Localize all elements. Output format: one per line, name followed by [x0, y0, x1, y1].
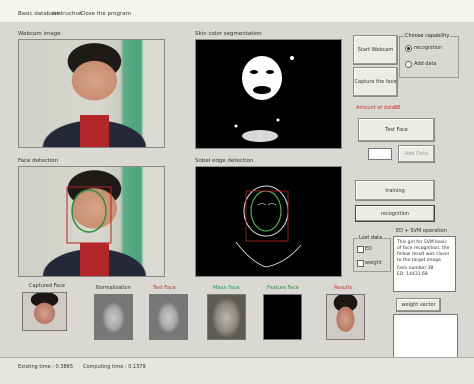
weight-checkbox-label: weight [365, 260, 382, 266]
recognition-radio-label: recognition [414, 45, 443, 51]
add-data-button[interactable]: Add Data [398, 145, 435, 163]
webcam-image-label: Webcam image [18, 31, 61, 37]
computing-time-status: Computing time : 0.1379 [83, 364, 146, 370]
test-face-button[interactable]: Test Face [358, 118, 435, 142]
weight-checkbox[interactable] [357, 260, 364, 267]
menu-item-instruction[interactable]: Instruction [53, 11, 82, 17]
normalization-label: Normalization [96, 285, 131, 291]
webcam-image [18, 39, 165, 148]
existing-time-status: Existing time : 0.3865 [18, 364, 74, 370]
weight-vector-box [393, 314, 458, 358]
recognition-radio[interactable] [405, 45, 412, 52]
amount-of-data-label: Amount of data : [356, 105, 399, 111]
choose-capability-legend: Choose capability [404, 33, 451, 39]
status-bar [0, 357, 474, 384]
menu-item-close-program[interactable]: Close the program [80, 11, 131, 17]
add-data-radio-label: Add data [414, 61, 437, 67]
skin-segmentation-label: Skin color segmentation [195, 31, 262, 37]
add-data-radio[interactable] [405, 61, 412, 68]
captured-face-thumb [22, 292, 67, 331]
add-data-input[interactable] [368, 148, 392, 160]
webcam-shirt-region [79, 114, 109, 147]
operation-text: This girl for SVM basic of face recognit… [397, 240, 450, 263]
normalization-thumb [94, 294, 133, 340]
feature-face-label: Feature Face [267, 285, 299, 291]
operation-title: ED + SVM operation [396, 228, 447, 234]
amount-of-data-value: 88 [394, 105, 401, 111]
test-face-thumb [149, 294, 188, 340]
face-detection-image [18, 166, 165, 277]
capture-face-button[interactable]: Capture the face [353, 67, 398, 97]
ed-checkbox-label: ED [365, 246, 373, 252]
face-detection-overlay [66, 186, 112, 244]
start-webcam-button[interactable]: Start Webcam [353, 35, 398, 65]
mean-face-thumb [207, 294, 246, 340]
sobel-edge-image [195, 166, 342, 277]
captured-face-label: Captured Face [29, 283, 65, 289]
recognition-button[interactable]: recognition [355, 205, 435, 222]
distance-legend: Lost data [358, 235, 384, 241]
sobel-edge-overlay [235, 185, 302, 268]
ed-checkbox[interactable] [357, 246, 364, 253]
test-face-label: Test Face [153, 285, 176, 291]
mean-face-label: Mean Face [213, 285, 240, 291]
face-detection-label: Face detection [18, 158, 59, 164]
results-label: Results [334, 285, 353, 291]
results-thumb [326, 294, 365, 340]
sobel-edge-label: Sobel edge detection [195, 158, 254, 164]
menu-bar: Basic database Instruction Close the pro… [0, 0, 474, 22]
training-button[interactable]: training [355, 180, 435, 201]
skin-segmentation-mask [234, 56, 294, 142]
feature-face-thumb [263, 294, 302, 340]
choose-capability-group: Choose capability recognition Add data [399, 33, 459, 78]
operation-text-box: This girl for SVM basic of face recognit… [393, 236, 456, 292]
distance-group: Lost data ED weight [353, 235, 391, 272]
skin-segmentation-image [195, 39, 342, 149]
operation-value-line: ED: 14431.68 [397, 272, 428, 277]
weight-vector-button[interactable]: weight vector [396, 298, 441, 312]
